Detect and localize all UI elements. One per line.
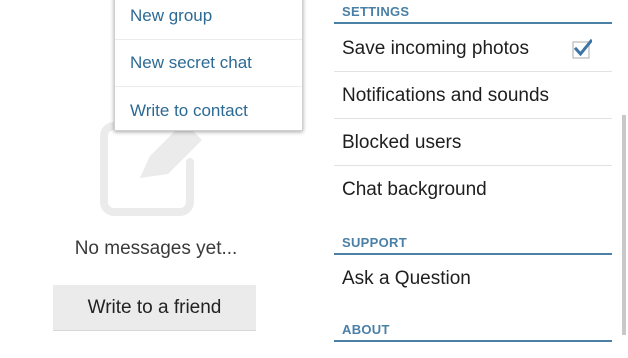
row-label: Notifications and sounds (342, 84, 550, 106)
row-chat-background[interactable]: Chat background (334, 167, 612, 213)
screen: No messages yet... Write to a friend New… (0, 0, 628, 358)
section-header-settings: SETTINGS (334, 0, 612, 24)
settings-pane: SETTINGS Save incoming photos Notificati… (334, 0, 628, 358)
row-label: Save incoming photos (342, 37, 529, 59)
row-notifications-and-sounds[interactable]: Notifications and sounds (334, 73, 612, 119)
menu-item-new-secret-chat[interactable]: New secret chat (115, 40, 302, 87)
section-header-support: SUPPORT (334, 231, 612, 255)
new-chat-popup-menu: New group New secret chat Write to conta… (114, 0, 303, 131)
row-blocked-users[interactable]: Blocked users (334, 120, 612, 166)
row-ask-a-question[interactable]: Ask a Question (334, 256, 612, 302)
empty-state-text: No messages yet... (74, 238, 238, 259)
scrollbar[interactable] (622, 115, 626, 335)
write-to-friend-button[interactable]: Write to a friend (53, 285, 256, 331)
menu-item-new-group[interactable]: New group (115, 0, 302, 40)
row-label: Ask a Question (342, 268, 471, 289)
section-header-about: ABOUT (334, 318, 612, 342)
menu-item-write-to-contact[interactable]: Write to contact (115, 87, 302, 134)
row-save-incoming-photos[interactable]: Save incoming photos (334, 26, 612, 72)
checkbox-save-photos[interactable] (572, 39, 592, 59)
row-label: Chat background (342, 179, 487, 200)
row-label: Blocked users (342, 131, 462, 153)
